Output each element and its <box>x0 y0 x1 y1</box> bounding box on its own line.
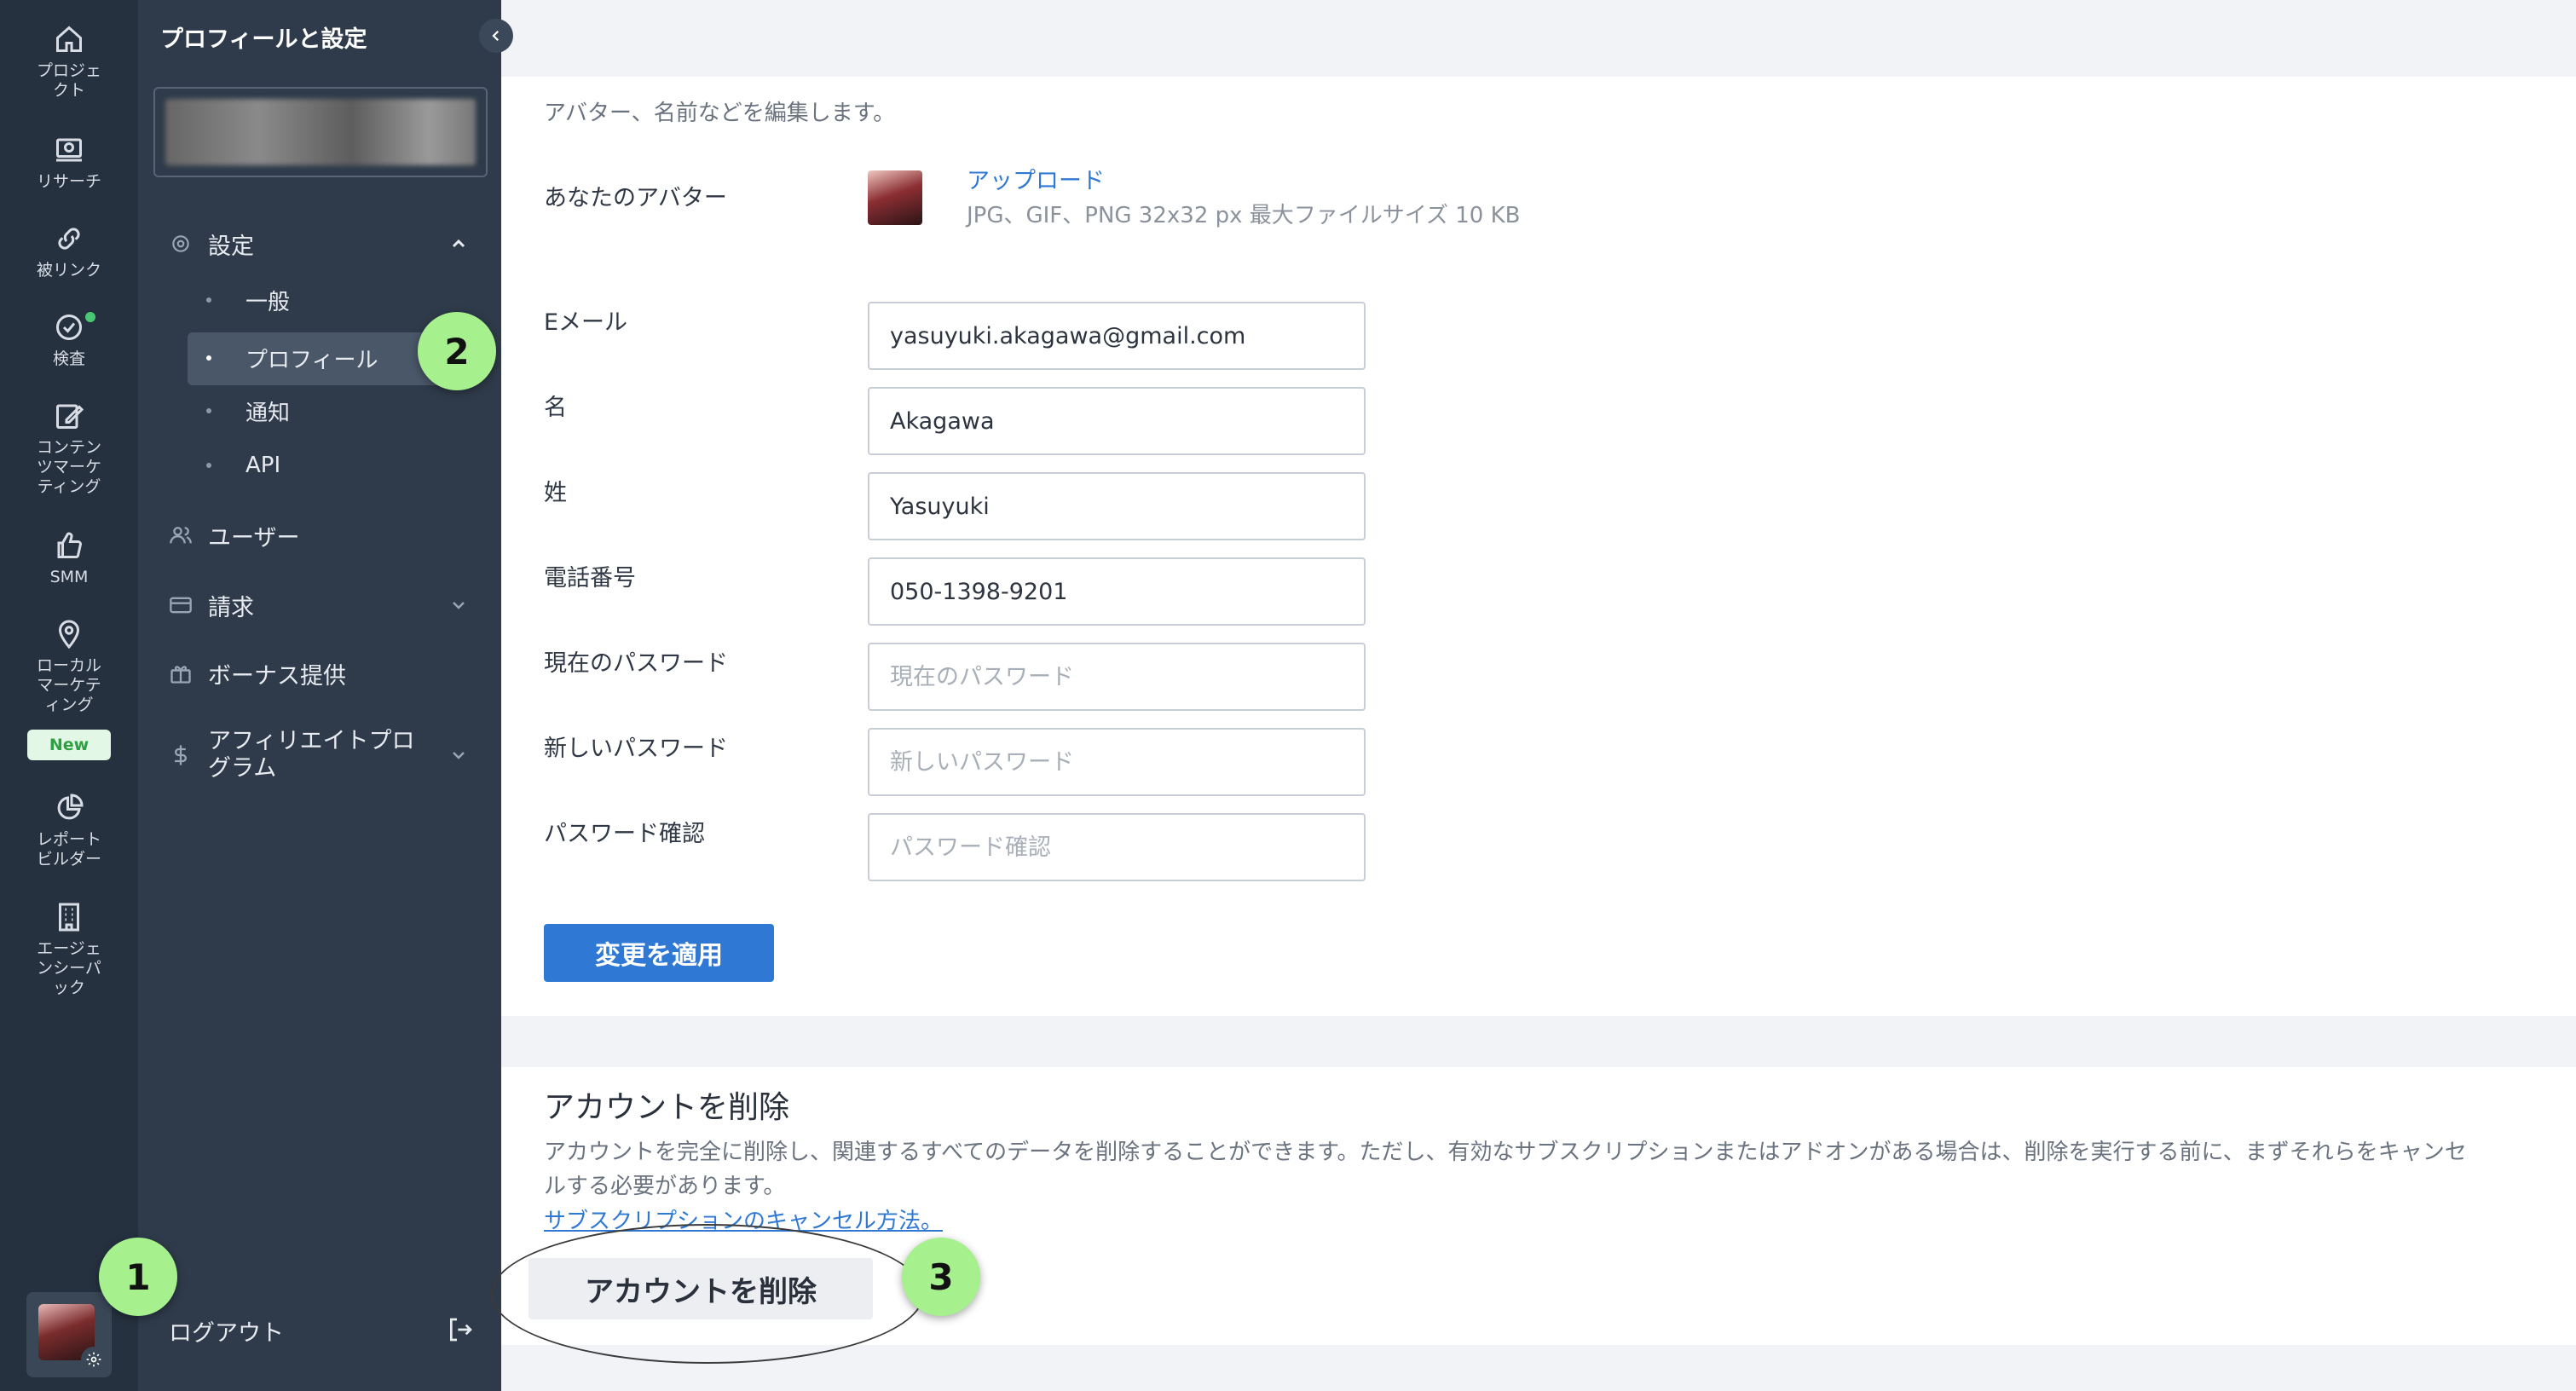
rail-item-content-marketing[interactable]: コンテン ツマーケ ティング <box>0 401 138 497</box>
collapse-sidebar-button[interactable] <box>479 19 513 53</box>
apply-changes-button[interactable]: 変更を適用 <box>544 924 774 982</box>
user-avatar-button[interactable] <box>26 1292 112 1377</box>
new-password-label: 新しいパスワード <box>544 736 728 762</box>
sidebar-item-settings[interactable]: 設定 <box>138 223 501 264</box>
dollar-icon <box>165 743 196 767</box>
icon-rail: プロジェ クト リサーチ 被リンク 検査 コンテン ツマーケ ティング SMM … <box>0 0 138 1391</box>
sidebar-item-users[interactable]: ユーザー <box>138 515 501 556</box>
rail-item-agency-pack[interactable]: エージェ ンシーパ ック <box>0 902 138 998</box>
bullet-icon <box>206 297 211 303</box>
profile-card <box>501 77 2576 1016</box>
email-field[interactable] <box>868 302 1366 370</box>
rail-item-local-marketing[interactable]: ローカル マーケテ ィング <box>0 619 138 715</box>
sidebar-subitem-label: プロフィール <box>245 347 378 373</box>
chevron-down-icon <box>453 602 465 609</box>
edit-icon <box>56 404 84 429</box>
check-circle-icon <box>56 315 82 340</box>
pie-chart-icon <box>57 794 84 820</box>
chevron-left-icon <box>492 30 500 42</box>
sidebar-title: プロフィールと設定 <box>160 26 367 53</box>
new-password-field[interactable] <box>868 728 1366 796</box>
rail-item-report-builder[interactable]: レポート ビルダー <box>0 793 138 869</box>
rail-label: コンテン ツマーケ ティング <box>36 438 101 496</box>
sidebar-subitem-label: 通知 <box>245 400 291 426</box>
rail-item-backlinks[interactable]: 被リンク <box>0 223 138 280</box>
status-dot <box>85 312 95 322</box>
upload-hint: JPG、GIF、PNG 32x32 px 最大ファイルサイズ 10 KB <box>967 203 1521 228</box>
sidebar-subitem-label: 一般 <box>245 289 291 315</box>
rail-label: リサーチ <box>36 172 101 191</box>
sidebar-item-label: ボーナス提供 <box>208 662 346 690</box>
logout-link[interactable]: ログアウト <box>169 1314 284 1348</box>
settings-sidebar: プロフィールと設定 設定 一般 プロフィール 通知 API ユーザー 請求 ボー… <box>138 0 513 1391</box>
confirm-password-field[interactable] <box>868 813 1366 881</box>
last-name-label: 姓 <box>544 480 567 506</box>
account-selector[interactable] <box>153 87 488 177</box>
email-label: Eメール <box>544 309 628 336</box>
rail-label: 被リンク <box>36 261 101 280</box>
gift-icon <box>165 661 196 685</box>
avatar-label: あなたのアバター <box>544 185 727 211</box>
rail-item-projects[interactable]: プロジェ クト <box>0 24 138 101</box>
highlight-ellipse <box>491 1224 924 1364</box>
thumbs-up-icon <box>57 532 83 559</box>
bullet-icon <box>206 408 211 413</box>
rail-item-smm[interactable]: SMM <box>0 530 138 587</box>
current-password-label: 現在のパスワード <box>544 650 728 677</box>
confirm-password-label: パスワード確認 <box>544 821 705 847</box>
sidebar-subitem-notifications[interactable]: 通知 <box>138 392 501 430</box>
rail-label: SMM <box>49 568 89 586</box>
delete-account-description: アカウントを完全に削除し、関連するすべてのデータを削除することができます。ただし… <box>544 1140 2467 1199</box>
last-name-field[interactable] <box>868 472 1366 540</box>
rail-label: レポート ビルダー <box>36 830 101 869</box>
building-icon <box>59 903 79 932</box>
step-marker-3: 3 <box>902 1238 980 1316</box>
rail-item-audit[interactable]: 検査 <box>0 312 138 369</box>
chevron-down-icon <box>453 752 465 759</box>
home-icon <box>56 26 82 52</box>
first-name-label: 名 <box>544 395 567 421</box>
delete-account-title: アカウントを削除 <box>544 1090 790 1125</box>
sidebar-item-label: 設定 <box>208 233 254 260</box>
step-marker-2: 2 <box>418 312 496 390</box>
phone-field[interactable] <box>868 557 1366 626</box>
credit-card-icon <box>165 593 196 617</box>
rail-label: エージェ ンシーパ ック <box>37 939 101 997</box>
bullet-icon <box>206 463 211 468</box>
new-badge: New <box>27 730 111 760</box>
research-icon <box>56 138 82 162</box>
gear-icon <box>81 1347 107 1372</box>
rail-label: 検査 <box>52 349 85 368</box>
sidebar-item-label: アフィリエイトプロ グラム <box>208 728 415 782</box>
first-name-field[interactable] <box>868 387 1366 455</box>
users-icon <box>165 523 196 547</box>
phone-label: 電話番号 <box>544 565 636 592</box>
link-icon <box>58 228 80 250</box>
location-pin-icon <box>58 620 80 649</box>
sidebar-item-affiliate[interactable]: アフィリエイトプロ グラム <box>138 721 501 789</box>
sidebar-subitem-label: API <box>245 453 281 478</box>
rail-item-research[interactable]: リサーチ <box>0 135 138 192</box>
rail-label: プロジェ クト <box>36 61 101 100</box>
bullet-icon <box>206 355 211 361</box>
rail-label: ローカル マーケテ ィング <box>36 656 101 714</box>
profile-description: アバター、名前などを編集します。 <box>544 101 896 126</box>
gear-icon <box>165 233 196 255</box>
logout-icon[interactable] <box>447 1316 474 1343</box>
sidebar-item-label: ユーザー <box>208 524 300 551</box>
account-name-blurred <box>165 99 476 165</box>
sidebar-subitem-api[interactable]: API <box>138 447 501 484</box>
chevron-up-icon <box>452 239 465 248</box>
current-password-field[interactable] <box>868 643 1366 711</box>
sidebar-item-label: 請求 <box>208 594 254 621</box>
step-marker-1: 1 <box>99 1238 177 1316</box>
upload-avatar-link[interactable]: アップロード <box>967 162 1105 195</box>
sidebar-item-bonus[interactable]: ボーナス提供 <box>138 653 501 694</box>
sidebar-item-billing[interactable]: 請求 <box>138 585 501 626</box>
avatar-thumbnail <box>868 170 922 225</box>
